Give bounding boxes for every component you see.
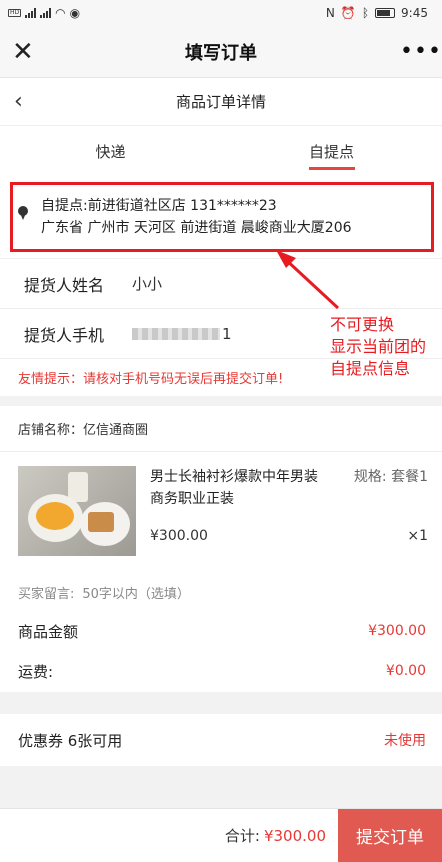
shipping-value: ¥0.00 [385, 663, 426, 679]
status-icons-right: N ⏰ ᛒ 9:45 [326, 6, 428, 20]
annotation-line-3: 自提点信息 [330, 359, 411, 378]
location-pin-icon [17, 206, 29, 228]
nfc-icon: N [325, 6, 335, 20]
total-value: ¥300.00 [263, 826, 326, 845]
buyer-message-row[interactable]: 买家留言: 50字以内（选填） [0, 572, 442, 612]
pickup-address-text: 自提点:前进街道社区店 131******23 广东省 广州市 天河区 前进街道… [41, 195, 352, 239]
delivery-tabs: 快递 自提点 [0, 126, 442, 176]
buyer-message-label: 买家留言: [18, 586, 75, 602]
status-time: 9:45 [401, 6, 428, 20]
back-icon[interactable]: ‹ [14, 89, 23, 114]
shipping-row: 运费: ¥0.00 [0, 650, 442, 692]
product-spec: 规格: 套餐1 [353, 469, 428, 485]
product-image [18, 466, 136, 556]
signal-icon-2 [40, 8, 52, 18]
close-icon[interactable]: ✕ [12, 37, 42, 67]
product-name: 男士长袖衬衫爆款中年男装商务职业正装 [150, 469, 318, 507]
tab-pickup-point[interactable]: 自提点 [221, 126, 442, 176]
titlebar: ✕ 填写订单 ••• [0, 26, 442, 78]
product-price: ¥300.00 [150, 528, 208, 544]
subheader: ‹ 商品订单详情 [0, 78, 442, 126]
alarm-icon: ⏰ [340, 6, 356, 20]
coupon-label: 优惠券 6张可用 [18, 731, 123, 750]
more-icon[interactable]: ••• [400, 39, 441, 64]
status-icons-left: HD ◠ ◉ [8, 6, 80, 20]
receiver-name-row[interactable]: 提货人姓名 小小 [0, 258, 442, 308]
shipping-label: 运费: [18, 662, 54, 681]
pickup-point-line: 自提点:前进街道社区店 131******23 [41, 198, 277, 214]
pickup-address-box: 自提点:前进街道社区店 131******23 广东省 广州市 天河区 前进街道… [10, 182, 434, 252]
tab-express[interactable]: 快递 [0, 126, 221, 176]
phone-redaction [132, 328, 220, 340]
coupon-row[interactable]: 优惠券 6张可用 未使用 [0, 714, 442, 766]
buyer-message-input[interactable]: 50字以内（选填） [82, 583, 190, 602]
subheader-title: 商品订单详情 [175, 93, 266, 111]
submit-order-button[interactable]: 提交订单 [338, 808, 442, 862]
signal-icon [25, 8, 37, 18]
bluetooth-icon: ᛒ [361, 6, 370, 20]
product-info: 男士长袖衬衫爆款中年男装商务职业正装 规格: 套餐1 ¥300.00 ×1 [136, 466, 428, 572]
hd-icon: HD [8, 9, 22, 17]
product-quantity: ×1 [407, 528, 428, 544]
receiver-name-label: 提货人姓名 [24, 275, 105, 295]
checkout-footer: 合计: ¥300.00 提交订单 [0, 808, 442, 862]
status-bar: HD ◠ ◉ N ⏰ ᛒ 9:45 [0, 0, 442, 26]
receiver-phone-value[interactable]: 1 [132, 325, 232, 343]
goods-amount-row: 商品金额 ¥300.00 [0, 612, 442, 650]
goods-amount-value: ¥300.00 [368, 623, 426, 639]
annotation-line-1: 不可更换 [330, 315, 395, 334]
annotation-note: 不可更换 显示当前团的 自提点信息 [330, 314, 426, 380]
product-item[interactable]: 男士长袖衬衫爆款中年男装商务职业正装 规格: 套餐1 ¥300.00 ×1 [0, 452, 442, 572]
battery-icon [375, 8, 396, 18]
phone-suffix: 1 [222, 324, 232, 343]
annotation-line-2: 显示当前团的 [330, 337, 427, 356]
section-gap-2 [0, 692, 442, 714]
page-title: 填写订单 [185, 42, 257, 64]
receiver-name-value[interactable]: 小小 [132, 273, 162, 294]
wifi-icon: ◠ [55, 6, 66, 20]
store-name: 店铺名称：亿信通商圈 [0, 406, 442, 452]
eye-icon: ◉ [69, 6, 81, 20]
receiver-phone-label: 提货人手机 [24, 325, 105, 345]
total-label: 合计: [224, 827, 260, 845]
coupon-status[interactable]: 未使用 [384, 730, 426, 750]
pickup-address-line: 广东省 广州市 天河区 前进街道 晨峻商业大厦206 [41, 220, 352, 236]
pickup-address-section: 自提点:前进街道社区店 131******23 广东省 广州市 天河区 前进街道… [0, 176, 442, 258]
goods-amount-label: 商品金额 [18, 622, 79, 641]
